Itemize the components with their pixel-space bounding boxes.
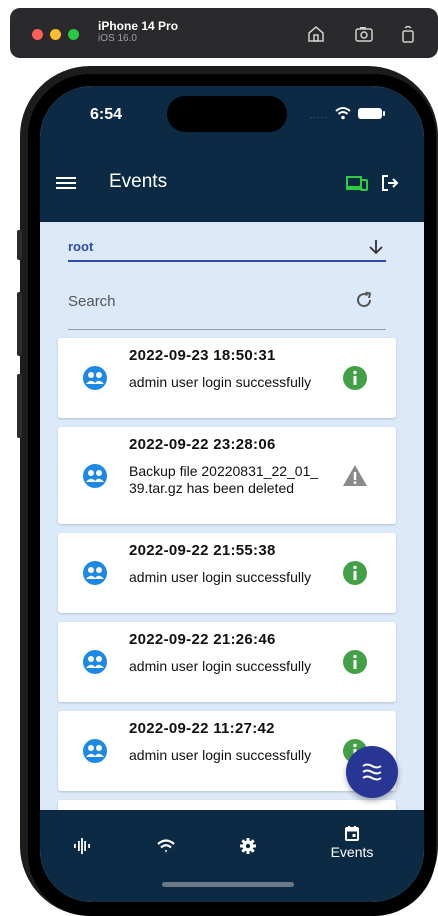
gear-icon: [240, 838, 256, 854]
event-message: admin user login successfully: [129, 374, 312, 390]
arrow-down-icon: [369, 240, 383, 255]
signal-indicator: .....: [310, 110, 328, 120]
menu-icon[interactable]: [56, 174, 76, 194]
calendar-icon: [345, 826, 359, 841]
minimize-window-button[interactable]: [50, 29, 61, 40]
event-date: 2022-09-22 23:28:06: [129, 436, 276, 453]
device-name: iPhone 14 Pro: [98, 19, 179, 33]
node-select[interactable]: root: [68, 236, 386, 262]
nav-item-dashboard[interactable]: [54, 810, 110, 882]
event-message: admin user login successfully: [129, 747, 312, 763]
user-group-icon: [83, 650, 107, 674]
app-header: 6:54 ..... Events: [40, 86, 424, 222]
battery-tip: [383, 111, 385, 116]
volume-down-button: [17, 374, 22, 438]
refresh-icon[interactable]: [354, 290, 374, 310]
rotate-icon[interactable]: [398, 24, 418, 44]
search-input[interactable]: [68, 290, 338, 312]
event-item[interactable]: 2022-09-22 21:26:46 admin user login suc…: [58, 622, 396, 702]
event-message: admin user login successfully: [129, 569, 312, 585]
volume-up-button: [17, 292, 22, 356]
event-item[interactable]: 2022-09-22 21:55:38 admin user login suc…: [58, 533, 396, 613]
screenshot-icon[interactable]: [354, 24, 374, 44]
dynamic-island: [167, 96, 287, 132]
event-date: 2022-09-23 18:50:31: [129, 347, 276, 364]
simulator-toolbar: iPhone 14 Pro iOS 16.0: [10, 8, 438, 58]
mute-switch: [17, 230, 22, 260]
page-title: Events: [109, 171, 168, 192]
event-date: 2022-09-22 21:55:38: [129, 542, 276, 559]
filter-fab-button[interactable]: [346, 746, 398, 798]
search-field: [68, 282, 386, 330]
user-group-icon: [83, 561, 107, 585]
user-group-icon: [83, 464, 107, 488]
event-date: 2022-09-22 11:27:42: [129, 720, 275, 737]
nav-item-events[interactable]: Events: [316, 810, 388, 882]
wifi-icon: [335, 107, 351, 120]
user-group-icon: [83, 366, 107, 390]
os-version: iOS 16.0: [98, 33, 137, 44]
battery-icon: [358, 108, 382, 119]
info-icon: [343, 650, 367, 674]
event-item[interactable]: 2022-09-23 18:50:31 admin user login suc…: [58, 338, 396, 418]
logout-icon[interactable]: [380, 173, 400, 193]
event-item[interactable]: 2022-09-22 23:28:06 Backup file 20220831…: [58, 427, 396, 524]
node-select-value: root: [68, 239, 94, 254]
warning-icon: [343, 465, 367, 486]
wifi-icon: [157, 839, 175, 853]
nav-item-network[interactable]: [138, 810, 194, 882]
devices-icon[interactable]: [346, 175, 368, 191]
user-group-icon: [83, 739, 107, 763]
waves-icon: [362, 763, 382, 781]
info-icon: [343, 366, 367, 390]
event-date: 2022-09-22 21:26:46: [129, 631, 276, 648]
waveform-icon: [74, 838, 90, 854]
nav-label-events: Events: [330, 844, 374, 860]
nav-item-settings[interactable]: [220, 810, 276, 882]
zoom-window-button[interactable]: [68, 29, 79, 40]
bottom-navigation: Events: [40, 810, 424, 902]
close-window-button[interactable]: [32, 29, 43, 40]
event-message: admin user login successfully: [129, 658, 312, 674]
app-screen: 6:54 ..... Events root Search 2022-09-23…: [40, 86, 424, 902]
home-indicator: [162, 882, 294, 887]
info-icon: [343, 561, 367, 585]
status-time: 6:54: [90, 106, 123, 123]
home-icon[interactable]: [306, 24, 326, 44]
event-message: Backup file 20220831_22_01_39.tar.gz has…: [129, 463, 319, 496]
